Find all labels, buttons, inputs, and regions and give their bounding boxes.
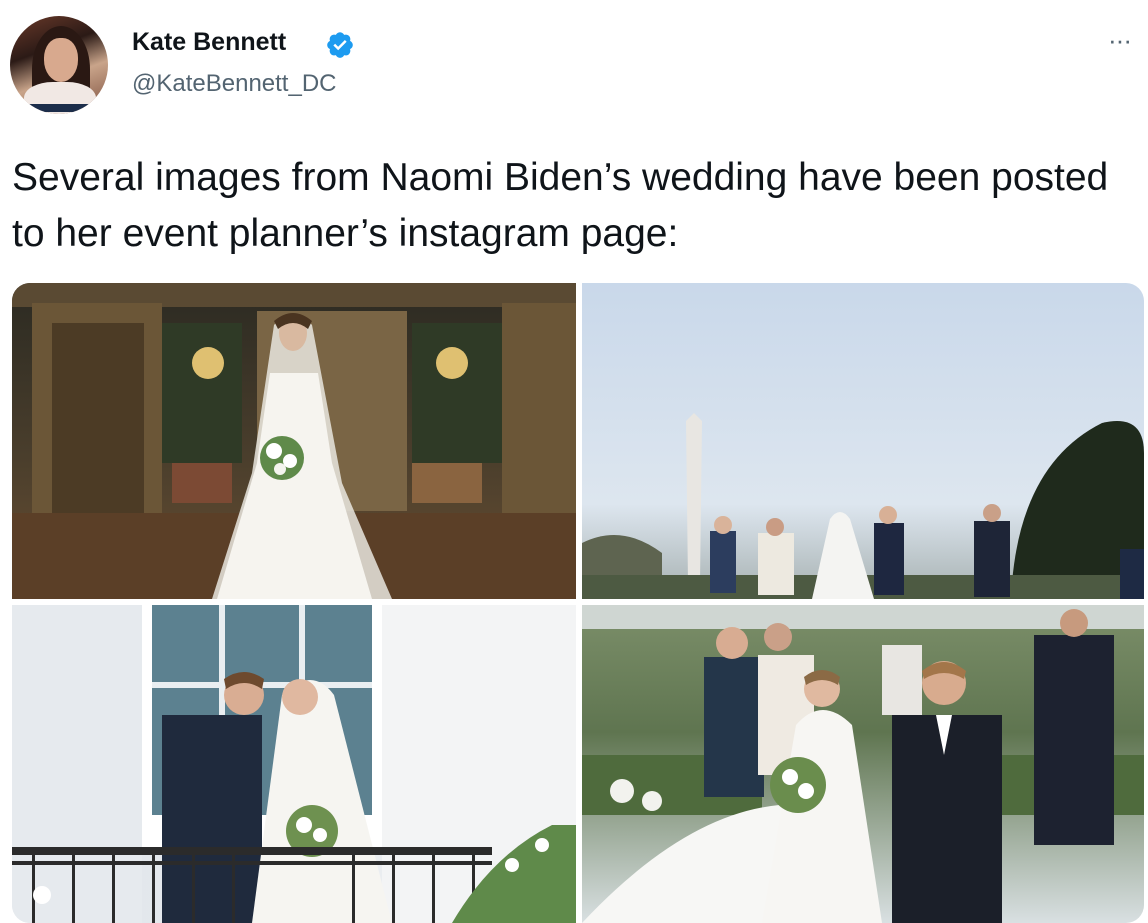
more-options-icon[interactable]: ··· [1108,27,1132,53]
balcony-kiss-illustration [12,605,576,923]
avatar-caption-bar [18,104,102,112]
avatar-face [44,38,78,82]
user-handle[interactable]: @KateBennett_DC [132,70,336,98]
couple-walking-illustration [582,605,1144,923]
media-grid [12,283,1144,923]
verified-badge-icon [327,32,353,58]
photo-bride-portrait[interactable] [12,283,576,599]
display-name[interactable]: Kate Bennett [132,28,286,57]
tweet-text: Several images from Naomi Biden’s weddin… [12,156,1109,255]
photo-couple-walking[interactable] [582,605,1144,923]
bride-portrait-illustration [12,283,576,599]
photo-balcony-kiss[interactable] [12,605,576,923]
photo-outdoor-ceremony[interactable] [582,283,1144,599]
avatar[interactable] [10,16,108,114]
outdoor-ceremony-illustration [582,413,1144,599]
